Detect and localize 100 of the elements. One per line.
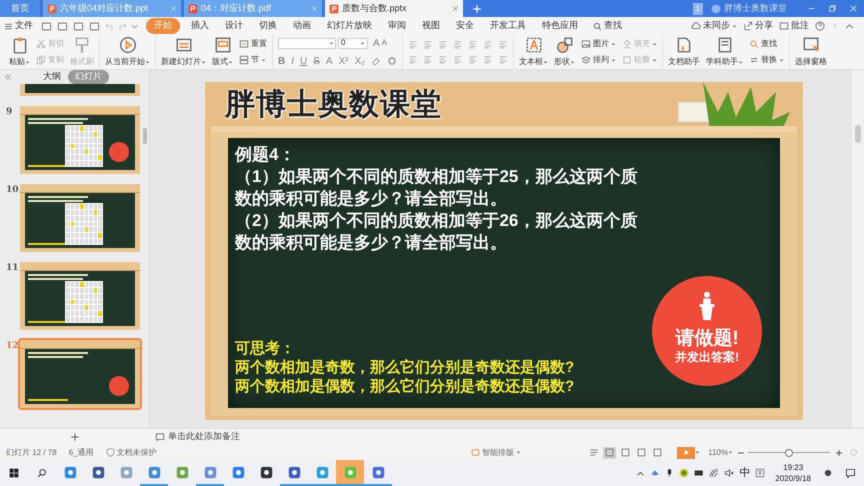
slide-thumbnail[interactable] (20, 106, 140, 174)
collapse-panel-icon (4, 73, 12, 81)
ribbon-button[interactable]: 形状 (554, 35, 576, 69)
protection-status[interactable]: 文档未保护 (106, 446, 157, 458)
notification-icon (823, 468, 833, 478)
menu-tab[interactable]: 设计 (220, 19, 248, 33)
caret-icon (779, 58, 784, 62)
view-button[interactable] (619, 446, 632, 458)
caret-icon (360, 40, 365, 46)
brush-icon (73, 36, 91, 54)
ribbon-button[interactable]: 图片 (581, 38, 616, 50)
slide-thumbnail[interactable] (20, 84, 140, 96)
close-icon (311, 5, 318, 12)
ribbon-button[interactable]: 替换 (749, 54, 784, 66)
play-circle-icon (118, 36, 136, 54)
avatar-icon (711, 4, 721, 14)
slide-thumbnail[interactable] (20, 262, 140, 330)
ribbon-button[interactable]: 版式 (212, 35, 233, 69)
book-icon (716, 36, 734, 54)
app-icon (92, 466, 104, 478)
slide-number: 12 (6, 340, 20, 353)
search-icon (593, 22, 602, 30)
caret-icon (652, 42, 658, 46)
search-button[interactable]: 查找 (593, 19, 622, 33)
app-icon (64, 466, 76, 478)
view-tab[interactable]: 大纲 (40, 70, 64, 84)
notes-area[interactable]: 单击此处添加备注 (155, 430, 240, 444)
menu-tab[interactable]: 视图 (417, 19, 445, 33)
align-left-icon (408, 55, 418, 64)
ribbon-button[interactable]: 选择窗格 (795, 35, 828, 69)
think-heading: 可思考： (235, 339, 295, 358)
add-slide-icon (70, 432, 80, 442)
toolbar-button[interactable]: 未同步 (691, 19, 737, 33)
ribbon-button[interactable]: 从当前开始 (105, 35, 150, 69)
stamp-subtitle: 并发出答案! (675, 350, 739, 365)
view-button[interactable] (635, 446, 648, 458)
picture-icon (581, 39, 592, 49)
grow-font-button[interactable]: A (373, 36, 380, 50)
think-question: 两个数相加是偶数，那么它们分别是奇数还是偶数? (235, 377, 576, 396)
document-icon (675, 36, 694, 54)
caret-icon (570, 60, 576, 64)
ribbon-button[interactable]: 新建幻灯片 (161, 35, 206, 69)
slide-icon (239, 39, 249, 49)
caret-icon (145, 60, 150, 64)
ribbon-button[interactable]: 粘贴 (9, 35, 30, 69)
section-icon (239, 55, 249, 65)
layers-icon (581, 55, 592, 65)
ribbon-button[interactable]: 文档助手 (668, 35, 700, 69)
menu-tab[interactable]: 特色应用 (537, 19, 583, 33)
help-icon (815, 21, 825, 31)
view-button[interactable] (651, 446, 664, 458)
question-text: （2）如果两个不同的质数相加等于26，那么这两个质数的乘积可能是多少？请全部写出。 (235, 210, 638, 254)
caret-icon (25, 60, 30, 64)
redo-icon (118, 22, 127, 30)
slide-thumbnail[interactable] (20, 184, 140, 252)
caret-icon (543, 60, 548, 64)
wifi-icon (709, 468, 720, 478)
slide-thumbnail[interactable] (20, 340, 140, 408)
caret-icon (611, 58, 616, 62)
document-tab[interactable]: 质数与合数.pptx (325, 0, 463, 17)
menu-tab[interactable]: 切换 (254, 19, 282, 33)
clock-time[interactable]: 19:23 (783, 462, 804, 473)
normal-view-icon (605, 448, 614, 457)
menu-tab[interactable]: 安全 (451, 19, 479, 33)
menu-tab[interactable]: 幻灯片放映 (322, 19, 377, 33)
ribbon-button[interactable]: 排列 (581, 54, 616, 66)
ribbon-button[interactable]: 学科助手 (706, 35, 744, 69)
clock-date[interactable]: 2020/9/18 (775, 473, 811, 484)
input-method-indicator[interactable]: 中 (739, 464, 750, 482)
toolbar-button[interactable]: 分享 (743, 19, 773, 33)
caret-icon (732, 24, 737, 28)
toolbar-button[interactable]: 批注 (779, 19, 809, 33)
ribbon-button[interactable]: 重置 (239, 38, 267, 50)
ribbon-button[interactable]: 文本框 (519, 35, 548, 69)
restore-icon (828, 4, 837, 13)
shrink-font-button[interactable]: A (382, 37, 388, 49)
ribbon-button[interactable]: 查找 (749, 38, 784, 50)
eraser-icon (371, 56, 382, 66)
ribbon-button[interactable]: 节 (239, 54, 267, 66)
zoom-level[interactable]: 110% (708, 446, 733, 458)
question-text: （1）如果两个不同的质数相加等于25，那么这两个质数的乘积可能是多少？请全部写出。 (235, 166, 638, 210)
scrollbar-thumb[interactable] (855, 125, 861, 143)
view-button[interactable] (603, 446, 616, 458)
zoom-slider[interactable] (748, 448, 830, 458)
scrollbar-thumb[interactable] (143, 128, 147, 144)
close-icon (170, 5, 177, 12)
menu-tab[interactable]: 动画 (288, 19, 316, 33)
action-center-icon (845, 468, 856, 478)
app-icon (204, 466, 216, 478)
font-size-field[interactable]: 0 (338, 38, 368, 48)
smart-layout-button[interactable]: 智能排版 (471, 446, 522, 458)
search-icon (749, 39, 760, 49)
font-name-field[interactable] (278, 38, 336, 48)
menu-tab[interactable]: 插入 (186, 19, 214, 33)
menu-tab[interactable]: 开发工具 (485, 19, 531, 33)
smart-layout-icon (471, 448, 480, 457)
file-menu[interactable]: 文件 (15, 19, 33, 33)
menu-tab[interactable]: 审阅 (383, 19, 411, 33)
app-icon (316, 466, 328, 478)
slide-icon (174, 36, 192, 54)
